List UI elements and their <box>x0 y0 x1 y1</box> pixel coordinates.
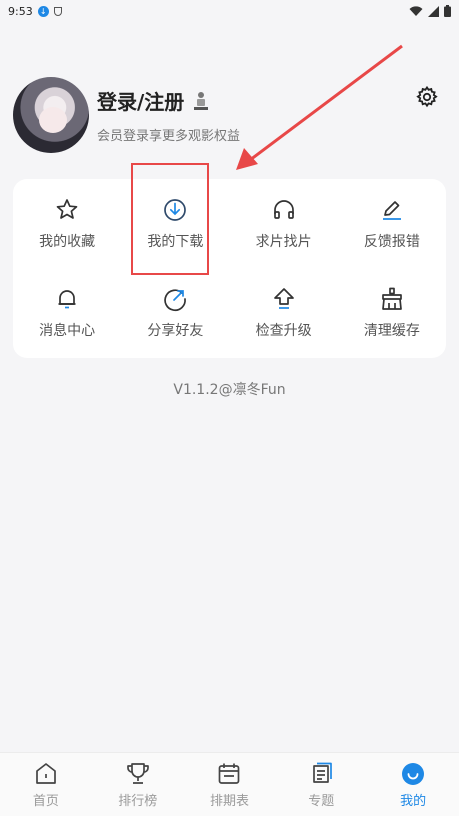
menu-item-label: 清理缓存 <box>363 322 420 339</box>
gear-icon <box>416 85 438 108</box>
tab-mine[interactable]: 我的 <box>367 753 459 816</box>
tab-label: 首页 <box>32 793 59 809</box>
bottom-tab-bar: 首页 排行榜 排期表 专题 我的 <box>0 752 459 816</box>
tab-label: 排行榜 <box>118 793 158 809</box>
topic-icon <box>313 762 333 783</box>
cellular-icon <box>428 5 439 17</box>
menu-item-label: 检查升级 <box>255 322 312 339</box>
share-icon <box>164 288 187 311</box>
menu-item-label: 我的下载 <box>147 233 204 250</box>
tab-rankings[interactable]: 排行榜 <box>92 753 184 816</box>
menu-item-clear-cache[interactable]: 清理缓存 <box>338 268 446 357</box>
menu-item-label: 我的收藏 <box>39 233 96 250</box>
edit-icon <box>382 200 401 220</box>
home-icon <box>36 762 56 784</box>
menu-item-label: 分享好友 <box>147 322 204 339</box>
menu-item-favorites[interactable]: 我的收藏 <box>13 179 121 268</box>
menu-item-messages[interactable]: 消息中心 <box>13 268 121 357</box>
app-version: V1.1.2@凛冬Fun <box>173 382 286 398</box>
tab-schedule[interactable]: 排期表 <box>184 753 276 816</box>
download-icon <box>164 198 187 221</box>
menu-item-feedback[interactable]: 反馈报错 <box>338 179 446 268</box>
broom-icon <box>382 287 402 310</box>
avatar[interactable] <box>13 77 89 153</box>
guest-badge-icon <box>194 91 209 110</box>
headphones-icon <box>273 199 294 219</box>
wifi-icon <box>409 5 423 16</box>
status-bar: 9:53 ↓ <box>0 0 459 22</box>
star-icon <box>56 198 78 219</box>
calendar-icon <box>219 763 240 784</box>
tab-label: 我的 <box>400 793 427 809</box>
settings-button[interactable] <box>413 83 441 111</box>
menu-item-upgrade[interactable]: 检查升级 <box>230 268 338 357</box>
trophy-icon <box>126 762 149 784</box>
shield-icon <box>53 6 62 16</box>
bell-icon <box>58 289 76 308</box>
menu-item-request[interactable]: 求片找片 <box>230 179 338 268</box>
tab-home[interactable]: 首页 <box>0 753 92 816</box>
battery-icon <box>444 5 451 17</box>
download-notification-icon: ↓ <box>37 5 49 17</box>
menu-item-label: 求片找片 <box>255 233 312 250</box>
profile-icon <box>402 762 425 785</box>
profile-header[interactable]: 登录/注册 会员登录享更多观影权益 <box>13 77 240 153</box>
menu-item-label: 消息中心 <box>39 322 96 339</box>
upgrade-icon <box>273 287 294 309</box>
login-register-link[interactable]: 登录/注册 <box>97 86 184 115</box>
tab-label: 专题 <box>308 793 335 809</box>
menu-item-label: 反馈报错 <box>363 233 420 250</box>
tab-label: 排期表 <box>209 793 249 809</box>
menu-item-downloads[interactable]: 我的下载 <box>121 179 229 268</box>
menu-card: 我的收藏 我的下载 求片找片 反馈报错 消息中心 分享好友 检查升级 清理缓存 <box>13 179 446 358</box>
profile-subtitle: 会员登录享更多观影权益 <box>97 129 241 144</box>
status-time: 9:53 <box>8 4 33 18</box>
menu-item-share[interactable]: 分享好友 <box>121 268 229 357</box>
tab-topics[interactable]: 专题 <box>275 753 367 816</box>
